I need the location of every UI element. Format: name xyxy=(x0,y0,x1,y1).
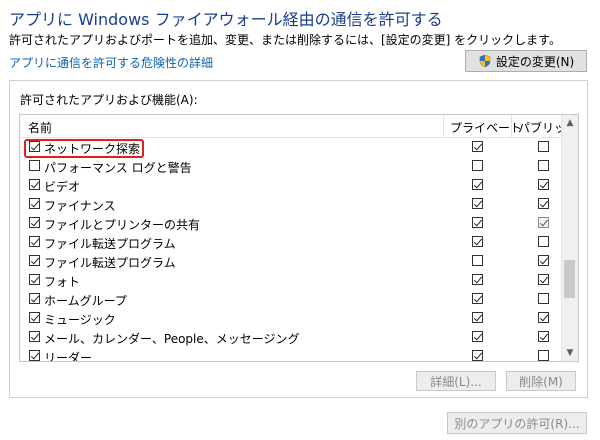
chevron-down-icon[interactable]: ▼ xyxy=(562,345,578,361)
list-item[interactable]: ホームグループ xyxy=(20,290,563,309)
app-name: メール、カレンダー、People、メッセージング xyxy=(44,332,300,346)
public-checkbox[interactable] xyxy=(538,236,549,247)
scrollbar-thumb[interactable] xyxy=(564,260,575,298)
public-checkbox[interactable] xyxy=(538,198,549,209)
list-item[interactable]: ネットワーク探索 xyxy=(20,138,563,158)
list-rows: ネットワーク探索パフォーマンス ログと警告 ビデオファイナンスファイルとプリンター… xyxy=(20,138,563,362)
enable-checkbox[interactable] xyxy=(29,160,40,171)
public-checkbox[interactable] xyxy=(538,312,549,323)
allowed-apps-label: 許可されたアプリおよび機能(A): xyxy=(20,93,198,107)
enable-checkbox[interactable] xyxy=(29,293,40,304)
app-name: ミュージック xyxy=(44,313,116,327)
enable-checkbox[interactable] xyxy=(29,274,40,285)
page-title: アプリに Windows ファイアウォール経由の通信を許可する xyxy=(9,10,443,29)
enable-checkbox[interactable] xyxy=(29,255,40,266)
enable-checkbox[interactable] xyxy=(29,217,40,228)
enable-checkbox[interactable] xyxy=(29,198,40,209)
uac-shield-icon xyxy=(479,54,491,68)
list-scrollbar[interactable]: ▲ ▼ xyxy=(561,115,578,361)
list-item[interactable]: リーダー xyxy=(20,347,563,362)
public-checkbox[interactable] xyxy=(538,141,549,152)
private-checkbox[interactable] xyxy=(472,274,483,285)
app-name: ファイル転送プログラム xyxy=(44,256,176,270)
change-settings-button[interactable]: 設定の変更(N) xyxy=(465,50,587,72)
list-item[interactable]: フォト xyxy=(20,271,563,290)
public-checkbox[interactable] xyxy=(538,217,549,228)
list-item[interactable]: メール、カレンダー、People、メッセージング xyxy=(20,328,563,347)
private-checkbox[interactable] xyxy=(472,179,483,190)
enable-checkbox[interactable] xyxy=(29,350,40,361)
chevron-up-icon[interactable]: ▲ xyxy=(562,115,578,131)
change-settings-label: 設定の変更(N) xyxy=(495,54,575,69)
private-checkbox[interactable] xyxy=(472,293,483,304)
public-checkbox[interactable] xyxy=(538,160,549,171)
details-button[interactable]: 詳細(L)... xyxy=(416,371,496,391)
public-checkbox[interactable] xyxy=(538,350,549,361)
column-divider xyxy=(511,115,512,137)
app-name: パフォーマンス ログと警告 xyxy=(44,161,192,175)
list-item[interactable]: ファイルとプリンターの共有 xyxy=(20,214,563,233)
private-checkbox[interactable] xyxy=(472,141,483,152)
app-name: ネットワーク探索 xyxy=(44,142,141,156)
private-checkbox[interactable] xyxy=(472,350,483,361)
private-checkbox[interactable] xyxy=(472,160,483,171)
app-name: ファイルとプリンターの共有 xyxy=(44,218,201,232)
private-checkbox[interactable] xyxy=(472,331,483,342)
enable-checkbox[interactable] xyxy=(29,141,40,152)
allowed-apps-group: 許可されたアプリおよび機能(A): 名前 プライベート パブリック ネットワーク… xyxy=(9,80,588,398)
public-checkbox[interactable] xyxy=(538,274,549,285)
list-item[interactable]: ファイル転送プログラム xyxy=(20,233,563,252)
public-checkbox[interactable] xyxy=(538,255,549,266)
app-name: フォト xyxy=(44,275,81,289)
allow-other-app-button[interactable]: 別のアプリの許可(R)... xyxy=(447,412,587,434)
private-checkbox[interactable] xyxy=(472,312,483,323)
app-name: ホームグループ xyxy=(44,294,127,308)
public-checkbox[interactable] xyxy=(538,293,549,304)
enable-checkbox[interactable] xyxy=(29,331,40,342)
private-checkbox[interactable] xyxy=(472,198,483,209)
list-header: 名前 プライベート パブリック xyxy=(20,115,578,138)
list-item[interactable]: ビデオ xyxy=(20,176,563,195)
remove-button[interactable]: 削除(M) xyxy=(506,371,576,391)
enable-checkbox[interactable] xyxy=(29,312,40,323)
column-divider xyxy=(443,115,444,137)
private-checkbox[interactable] xyxy=(472,217,483,228)
list-item[interactable]: ミュージック xyxy=(20,309,563,328)
public-checkbox[interactable] xyxy=(538,179,549,190)
list-item[interactable]: ファイル転送プログラム xyxy=(20,252,563,271)
enable-checkbox[interactable] xyxy=(29,236,40,247)
app-name: ビデオ xyxy=(44,180,81,194)
app-name: ファイル転送プログラム xyxy=(44,237,176,251)
list-item[interactable]: パフォーマンス ログと警告 xyxy=(20,157,563,176)
list-item[interactable]: ファイナンス xyxy=(20,195,563,214)
column-header-name[interactable]: 名前 xyxy=(28,119,52,136)
public-checkbox[interactable] xyxy=(538,331,549,342)
enable-checkbox[interactable] xyxy=(29,179,40,190)
app-name: リーダー xyxy=(44,351,93,362)
page-description: 許可されたアプリおよびポートを追加、変更、または削除するには、[設定の変更] を… xyxy=(9,33,561,47)
risk-info-link[interactable]: アプリに通信を許可する危険性の詳細 xyxy=(9,54,213,71)
app-name: ファイナンス xyxy=(44,199,116,213)
private-checkbox[interactable] xyxy=(472,236,483,247)
private-checkbox[interactable] xyxy=(472,255,483,266)
allowed-apps-list[interactable]: 名前 プライベート パブリック ネットワーク探索パフォーマンス ログと警告 ビデオ… xyxy=(19,114,579,362)
